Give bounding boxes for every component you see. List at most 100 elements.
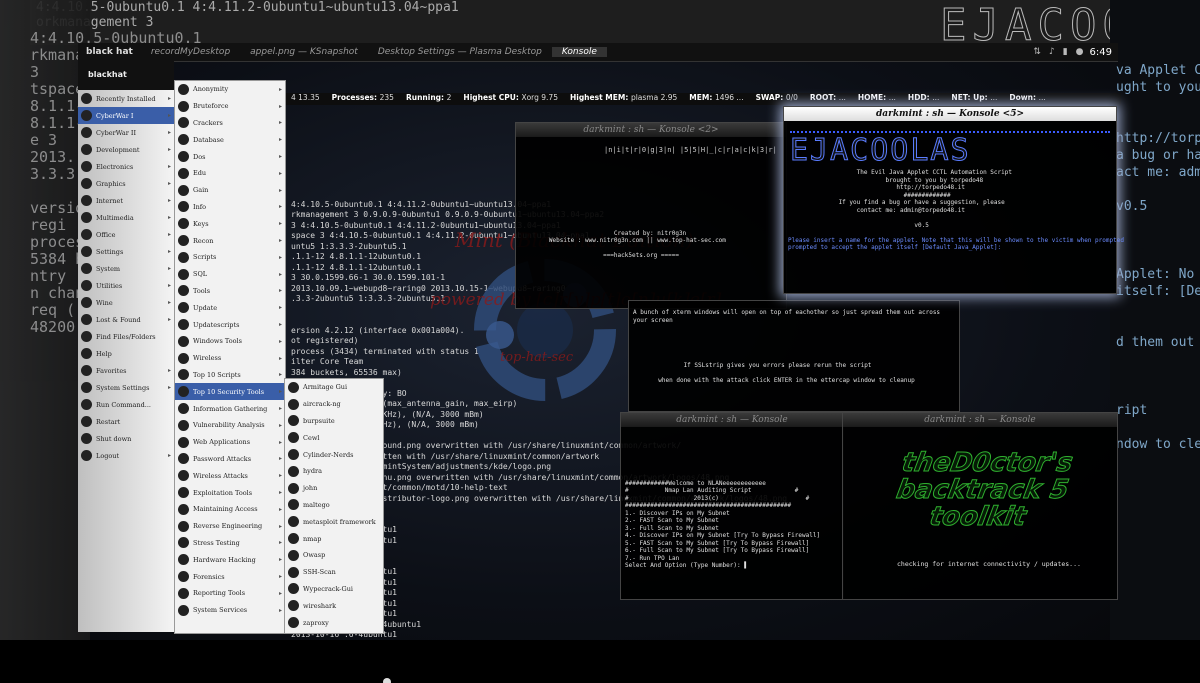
submenu-item-keys[interactable]: Keys ▸ bbox=[175, 215, 285, 232]
menu-item-cyberwar-ii[interactable]: CyberWar II ▸ bbox=[78, 124, 174, 141]
submenu-item-exploitation-tools[interactable]: Exploitation Tools ▸ bbox=[175, 484, 285, 501]
submenu-item-vulnerability-analysis[interactable]: Vulnerability Analysis ▸ bbox=[175, 417, 285, 434]
konsole-window-nmap-lan[interactable]: darkmint : sh — Konsole ############Welc… bbox=[620, 412, 844, 600]
menu-item-office[interactable]: Office ▸ bbox=[78, 226, 174, 243]
menu-item-logout[interactable]: Logout ▸ bbox=[78, 447, 174, 464]
submenu-item-reporting-tools[interactable]: Reporting Tools ▸ bbox=[175, 585, 285, 602]
menu-item-utilities[interactable]: Utilities ▸ bbox=[78, 277, 174, 294]
tool-item-owasp[interactable]: Owasp bbox=[285, 547, 383, 564]
menu-item-lost-found[interactable]: Lost & Found ▸ bbox=[78, 311, 174, 328]
clock[interactable]: 6:49 bbox=[1090, 47, 1118, 58]
app-category-icon bbox=[81, 450, 92, 461]
menu-item-internet[interactable]: Internet ▸ bbox=[78, 192, 174, 209]
menu-item-multimedia[interactable]: Multimedia ▸ bbox=[78, 209, 174, 226]
tool-item-ssh-scan[interactable]: SSH-Scan bbox=[285, 564, 383, 581]
menu-item-wine[interactable]: Wine ▸ bbox=[78, 294, 174, 311]
menu-item-system[interactable]: System ▸ bbox=[78, 260, 174, 277]
chevron-right-icon: ▸ bbox=[167, 180, 171, 187]
konsole-window-nitrogen[interactable]: darkmint : sh — Konsole <2> |n|i|t|r|0|g… bbox=[515, 122, 787, 309]
submenu-item-bruteforce[interactable]: Bruteforce ▸ bbox=[175, 98, 285, 115]
tool-item-metasploit-framework[interactable]: metasploit framework bbox=[285, 513, 383, 530]
submenu-item-update[interactable]: Update ▸ bbox=[175, 299, 285, 316]
menu-item-electronics[interactable]: Electronics ▸ bbox=[78, 158, 174, 175]
submenu-item-wireless[interactable]: Wireless ▸ bbox=[175, 350, 285, 367]
tool-item-armitage-gui[interactable]: Armitage Gui bbox=[285, 379, 383, 396]
taskbar-item[interactable]: Desktop Settings — Plasma Desktop bbox=[368, 47, 552, 57]
tool-item-cewl[interactable]: Cewl bbox=[285, 429, 383, 446]
submenu-item-system-services[interactable]: System Services ▸ bbox=[175, 602, 285, 619]
tool-item-aircrack-ng[interactable]: aircrack-ng bbox=[285, 396, 383, 413]
submenu-item-scripts[interactable]: Scripts ▸ bbox=[175, 249, 285, 266]
submenu-item-database[interactable]: Database ▸ bbox=[175, 131, 285, 148]
submenu-item-edu[interactable]: Edu ▸ bbox=[175, 165, 285, 182]
menu-item-run-command[interactable]: Run Command... bbox=[78, 396, 174, 413]
menu-item-label: Reverse Engineering bbox=[193, 522, 263, 531]
submenu-item-recon[interactable]: Recon ▸ bbox=[175, 232, 285, 249]
menu-item-label: Owasp bbox=[303, 551, 326, 560]
menu-item-favorites[interactable]: Favorites ▸ bbox=[78, 362, 174, 379]
submenu-item-top-10-security-tools[interactable]: Top 10 Security Tools ▸ bbox=[175, 383, 285, 401]
terminal-line: ript bbox=[1116, 403, 1148, 418]
window-title[interactable]: darkmint : sh — Konsole bbox=[621, 413, 843, 427]
tool-item-cylinder-nerds[interactable]: Cylinder-Nerds bbox=[285, 446, 383, 463]
network-icon[interactable]: ⇅ bbox=[1033, 47, 1041, 57]
progress-dot[interactable] bbox=[383, 678, 391, 683]
sysinfo-value: 0/0 bbox=[785, 93, 798, 102]
submenu-item-sql[interactable]: SQL ▸ bbox=[175, 266, 285, 283]
taskbar-item[interactable]: recordMyDesktop bbox=[141, 47, 240, 57]
submenu-item-top-10-scripts[interactable]: Top 10 Scripts ▸ bbox=[175, 367, 285, 384]
notification-icon[interactable]: ● bbox=[1076, 47, 1084, 57]
submenu-item-web-applications[interactable]: Web Applications ▸ bbox=[175, 434, 285, 451]
taskbar-item-active[interactable]: Konsole bbox=[551, 47, 607, 57]
submenu-item-info[interactable]: Info ▸ bbox=[175, 199, 285, 216]
menu-item-label: Updatescripts bbox=[193, 320, 240, 329]
tool-item-wireshark[interactable]: wireshark bbox=[285, 597, 383, 614]
submenu-item-forensics[interactable]: Forensics ▸ bbox=[175, 568, 285, 585]
submenu-item-tools[interactable]: Tools ▸ bbox=[175, 283, 285, 300]
menu-item-development[interactable]: Development ▸ bbox=[78, 141, 174, 158]
submenu-item-anonymity[interactable]: Anonymity ▸ bbox=[175, 81, 285, 98]
submenu-item-hardware-hacking[interactable]: Hardware Hacking ▸ bbox=[175, 551, 285, 568]
menu-item-settings[interactable]: Settings ▸ bbox=[78, 243, 174, 260]
tool-item-nmap[interactable]: nmap bbox=[285, 530, 383, 547]
submenu-item-windows-tools[interactable]: Windows Tools ▸ bbox=[175, 333, 285, 350]
window-title[interactable]: darkmint : sh — Konsole bbox=[843, 413, 1117, 427]
submenu-item-reverse-engineering[interactable]: Reverse Engineering ▸ bbox=[175, 518, 285, 535]
app-category-icon bbox=[288, 415, 299, 427]
sysinfo-item: Running: 2 bbox=[406, 93, 451, 105]
submenu-item-crackers[interactable]: Crackers ▸ bbox=[175, 115, 285, 132]
submenu-item-updatescripts[interactable]: Updatescripts ▸ bbox=[175, 316, 285, 333]
window-title[interactable]: darkmint : sh — Konsole <5> bbox=[784, 107, 1116, 121]
tool-item-john[interactable]: john bbox=[285, 480, 383, 497]
tool-item-burpsuite[interactable]: burpsuite bbox=[285, 413, 383, 430]
submenu-item-dos[interactable]: Dos ▸ bbox=[175, 148, 285, 165]
submenu-item-information-gathering[interactable]: Information Gathering ▸ bbox=[175, 400, 285, 417]
taskbar-item[interactable]: appel.png — KSnapshot bbox=[240, 47, 368, 57]
menu-item-label: Cewl bbox=[303, 433, 320, 442]
menu-item-system-settings[interactable]: System Settings ▸ bbox=[78, 379, 174, 396]
menu-item-restart[interactable]: Restart bbox=[78, 413, 174, 430]
tool-item-maltego[interactable]: maltego bbox=[285, 497, 383, 514]
window-title[interactable]: darkmint : sh — Konsole <2> bbox=[516, 123, 786, 137]
menu-item-help[interactable]: Help bbox=[78, 345, 174, 362]
tool-item-wypecrack-gui[interactable]: Wypecrack-Gui bbox=[285, 581, 383, 598]
menu-item-cyberwar-i[interactable]: CyberWar I ▸ bbox=[78, 107, 174, 124]
submenu-item-maintaining-access[interactable]: Maintaining Access ▸ bbox=[175, 501, 285, 518]
menu-item-graphics[interactable]: Graphics ▸ bbox=[78, 175, 174, 192]
submenu-item-wireless-attacks[interactable]: Wireless Attacks ▸ bbox=[175, 467, 285, 484]
submenu-item-stress-testing[interactable]: Stress Testing ▸ bbox=[175, 535, 285, 552]
menu-item-recently-installed[interactable]: Recently Installed ▸ bbox=[78, 90, 174, 107]
tool-item-hydra[interactable]: hydra bbox=[285, 463, 383, 480]
konsole-window-sslstrip[interactable]: A bunch of xterm windows will open on to… bbox=[628, 300, 960, 412]
submenu-item-gain[interactable]: Gain ▸ bbox=[175, 182, 285, 199]
konsole-window-ejacoolas[interactable]: darkmint : sh — Konsole <5> EJACOOLAS Th… bbox=[783, 106, 1124, 294]
volume-icon[interactable]: ♪ bbox=[1049, 47, 1055, 57]
submenu-item-password-attacks[interactable]: Password Attacks ▸ bbox=[175, 451, 285, 468]
menu-item-shut-down[interactable]: Shut down bbox=[78, 430, 174, 447]
taskbar-logo[interactable]: black hat bbox=[78, 47, 141, 57]
tool-item-zaproxy[interactable]: zaproxy bbox=[285, 614, 383, 631]
battery-icon[interactable]: ▮ bbox=[1063, 47, 1068, 57]
menu-item-find-files-folders[interactable]: Find Files/Folders bbox=[78, 328, 174, 345]
terminal-line: a bug or ha bbox=[1116, 148, 1200, 163]
menu-item-label: Armitage Gui bbox=[303, 383, 348, 392]
